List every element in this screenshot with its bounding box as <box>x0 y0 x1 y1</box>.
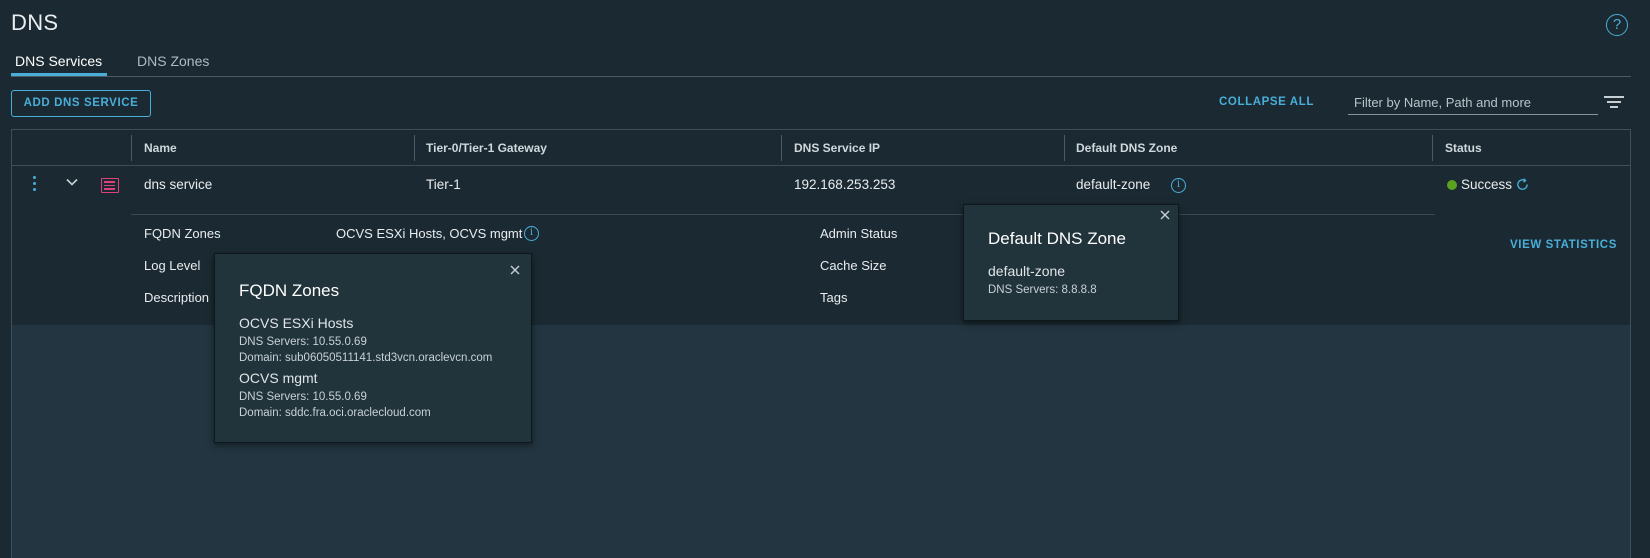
zone-dns-servers: DNS Servers: 10.55.0.69 <box>239 391 367 403</box>
refresh-icon[interactable] <box>1515 177 1530 192</box>
tabs-divider <box>11 76 1631 77</box>
tab-dns-services[interactable]: DNS Services <box>15 53 102 69</box>
column-header-default-zone[interactable]: Default DNS Zone <box>1076 141 1177 155</box>
close-icon[interactable] <box>508 263 522 277</box>
column-header-gateway[interactable]: Tier-0/Tier-1 Gateway <box>426 141 547 155</box>
zone-dns-servers: DNS Servers: 8.8.8.8 <box>988 284 1097 296</box>
column-separator[interactable] <box>1064 135 1065 161</box>
column-header-status[interactable]: Status <box>1445 141 1482 155</box>
fqdn-zones-popover: FQDN Zones OCVS ESXi Hosts DNS Servers: … <box>214 253 532 443</box>
admin-status-label: Admin Status <box>820 226 898 241</box>
close-icon[interactable] <box>1158 208 1172 222</box>
fqdn-zones-label: FQDN Zones <box>144 226 221 241</box>
zone-domain: Domain: sddc.fra.oci.oraclecloud.com <box>239 407 431 419</box>
row-actions-menu-icon[interactable] <box>31 176 37 194</box>
fqdn-zones-info-icon[interactable]: i <box>524 226 539 241</box>
tags-label: Tags <box>820 290 848 305</box>
popover-title: FQDN Zones <box>239 281 340 300</box>
detail-divider <box>131 214 1435 215</box>
view-statistics-link[interactable]: VIEW STATISTICS <box>1510 239 1617 251</box>
zone-dns-servers: DNS Servers: 10.55.0.69 <box>239 336 367 348</box>
fqdn-zones-value: OCVS ESXi Hosts, OCVS mgmt <box>336 226 523 241</box>
zone-domain: Domain: sub06050511141.std3vcn.oraclevcn… <box>239 352 493 364</box>
cache-size-label: Cache Size <box>820 258 887 273</box>
dns-service-icon <box>101 178 119 193</box>
column-header-name[interactable]: Name <box>144 141 177 155</box>
filter-options-icon[interactable] <box>1604 96 1624 110</box>
collapse-all-button[interactable]: COLLAPSE ALL <box>1219 96 1314 108</box>
tab-dns-zones[interactable]: DNS Zones <box>137 53 209 69</box>
default-zone-popover: Default DNS Zone default-zone DNS Server… <box>963 204 1179 321</box>
log-level-label: Log Level <box>144 258 201 273</box>
zone-name: OCVS mgmt <box>239 370 318 386</box>
row-service-ip: 192.168.253.253 <box>794 177 896 192</box>
column-separator <box>131 135 132 161</box>
column-header-service-ip[interactable]: DNS Service IP <box>794 141 880 155</box>
column-separator[interactable] <box>414 135 415 161</box>
default-zone-info-icon[interactable]: i <box>1171 178 1186 193</box>
row-status: Success <box>1461 177 1513 192</box>
filter-input[interactable] <box>1348 91 1598 115</box>
zone-name: default-zone <box>988 263 1066 279</box>
row-name: dns service <box>144 177 213 192</box>
success-status-icon <box>1447 180 1457 190</box>
row-gateway: Tier-1 <box>426 177 461 192</box>
column-separator[interactable] <box>1432 135 1433 161</box>
row-default-zone: default-zone <box>1076 177 1151 192</box>
popover-title: Default DNS Zone <box>988 229 1126 248</box>
zone-name: OCVS ESXi Hosts <box>239 315 354 331</box>
column-separator[interactable] <box>781 135 782 161</box>
help-icon[interactable]: ? <box>1606 14 1628 36</box>
description-label: Description <box>144 290 210 305</box>
page-title: DNS <box>11 10 59 35</box>
add-dns-service-button[interactable]: ADD DNS SERVICE <box>11 90 151 117</box>
chevron-down-icon[interactable] <box>65 175 79 189</box>
